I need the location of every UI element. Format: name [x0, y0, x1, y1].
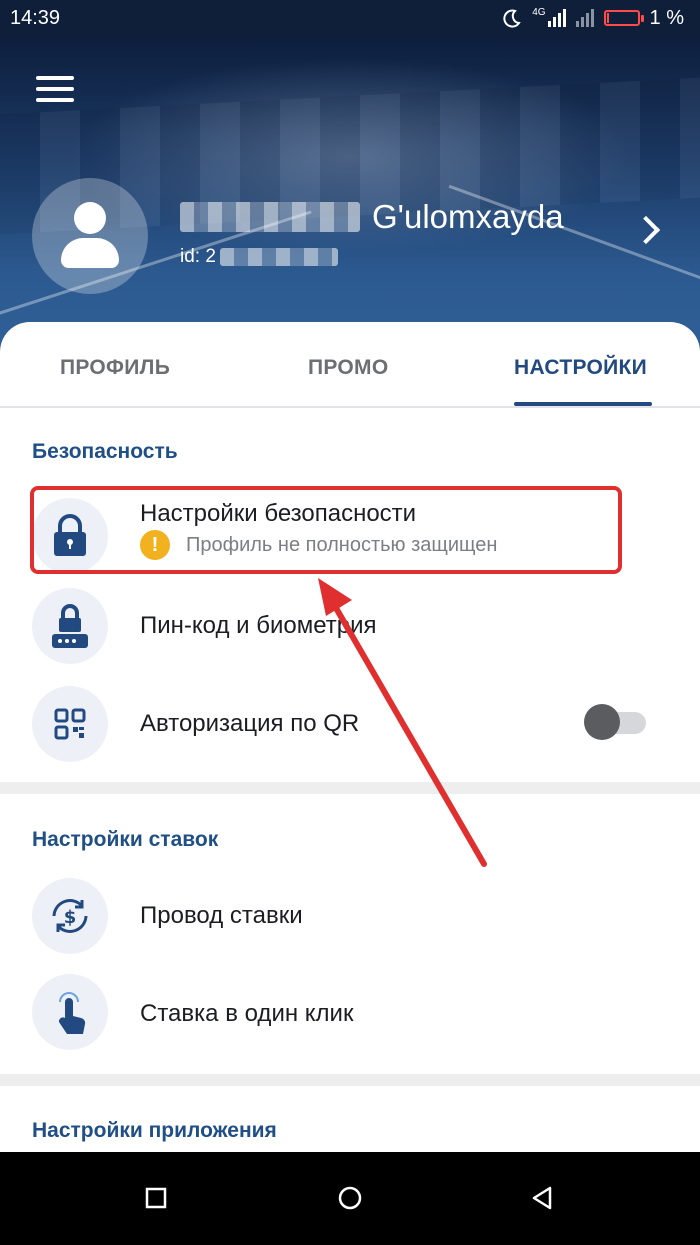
network-type: 4G [532, 6, 546, 18]
qr-auth-toggle[interactable] [584, 704, 648, 740]
user-name[interactable]: G'ulomxayda [180, 198, 564, 236]
battery-percent: 1 % [649, 6, 684, 29]
battery-icon [603, 10, 644, 26]
tab-promo[interactable]: ПРОМО [308, 356, 389, 380]
system-nav-bar [0, 1152, 700, 1245]
qr-icon [32, 686, 108, 762]
tap-hand-icon [32, 974, 108, 1050]
dollar-cycle-icon: $ [32, 878, 108, 954]
tab-settings[interactable]: НАСТРОЙКИ [514, 356, 647, 380]
section-title-bets: Настройки ставок [32, 828, 219, 851]
home-icon[interactable] [328, 1176, 372, 1220]
blurred-name [180, 202, 360, 232]
svg-text:$: $ [64, 907, 77, 928]
recent-apps-icon[interactable] [134, 1176, 178, 1220]
status-time: 14:39 [10, 6, 61, 29]
chevron-right-icon[interactable] [631, 215, 661, 245]
section-divider [0, 1074, 700, 1086]
profile-header: G'ulomxayda id: 2 [0, 36, 700, 356]
blurred-id [219, 248, 338, 266]
bet-submit-label: Провод ставки [140, 902, 303, 929]
section-title-security: Безопасность [32, 440, 178, 463]
qr-auth-label: Авторизация по QR [140, 710, 360, 737]
section-title-app: Настройки приложения [32, 1119, 277, 1142]
pin-biometry-label: Пин-код и биометрия [140, 612, 377, 639]
user-id: id: 2 [180, 246, 338, 268]
menu-icon[interactable] [36, 76, 74, 102]
signal-secondary-icon [575, 9, 594, 27]
one-click-bet-label: Ставка в один клик [140, 1000, 354, 1027]
moon-icon [503, 9, 521, 28]
annotation-highlight-box [30, 486, 622, 574]
pin-lock-icon [32, 588, 108, 664]
settings-card: ПРОФИЛЬ ПРОМО НАСТРОЙКИ Безопасность Нас… [0, 322, 700, 1152]
signal-icon [547, 9, 566, 27]
back-icon[interactable] [520, 1176, 564, 1220]
section-divider [0, 782, 700, 794]
status-icons: 4G 1 % [502, 7, 684, 30]
avatar[interactable] [32, 178, 148, 294]
tab-profile[interactable]: ПРОФИЛЬ [60, 356, 170, 380]
tab-bar: ПРОФИЛЬ ПРОМО НАСТРОЙКИ [0, 322, 700, 408]
active-tab-indicator [514, 402, 652, 406]
status-bar: 14:39 4G 1 % [0, 0, 700, 36]
